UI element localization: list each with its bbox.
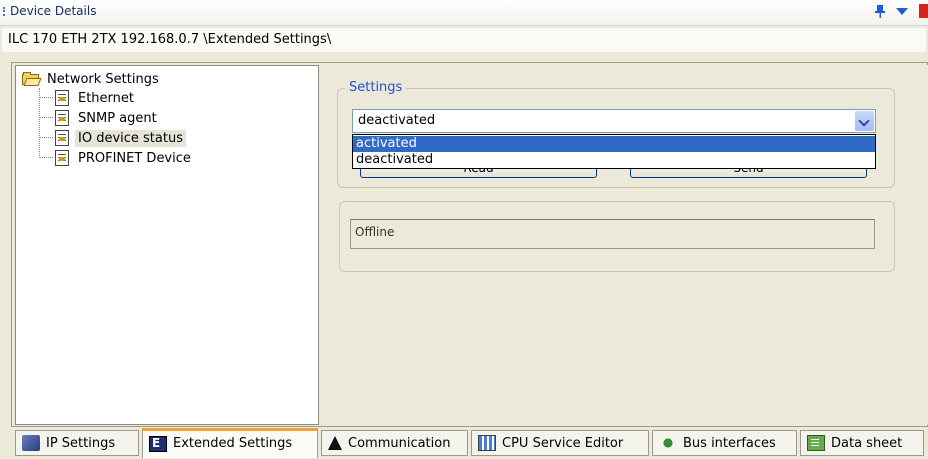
open-folder-icon (22, 72, 42, 86)
tree-item-label: PROFINET Device (78, 150, 191, 166)
option-activated[interactable]: activated (353, 136, 875, 152)
extended-settings-icon (149, 435, 167, 452)
chevron-down-icon[interactable] (855, 111, 874, 131)
tree-root-label: Network Settings (47, 71, 159, 87)
tab-extended-settings[interactable]: Extended Settings (142, 428, 318, 458)
panel-title: Device Details (10, 4, 97, 18)
io-device-status-select[interactable]: deactivated (352, 109, 876, 133)
tab-cpu-service-editor[interactable]: CPU Service Editor (471, 430, 649, 456)
select-value: deactivated (358, 113, 436, 128)
tree-item-snmp-agent[interactable]: SNMP agent (39, 108, 160, 128)
tree-item-ethernet[interactable]: Ethernet (39, 88, 137, 108)
tab-label: Extended Settings (173, 436, 293, 451)
tree-item-io-device-status[interactable]: IO device status (39, 128, 186, 148)
tab-bus-interfaces[interactable]: Bus interfaces (652, 430, 797, 456)
tab-communication[interactable]: Communication (321, 430, 468, 456)
cpu-service-editor-icon (478, 435, 496, 451)
settings-document-icon (55, 150, 69, 166)
device-path: ILC 170 ETH 2TX 192.168.0.7 \Extended Se… (2, 28, 926, 52)
tab-data-sheet[interactable]: Data sheet (800, 430, 924, 456)
status-field: Offline (350, 219, 875, 249)
bus-interfaces-icon (659, 435, 677, 451)
settings-document-icon (55, 110, 69, 126)
tab-bar: IP Settings Extended Settings Communicat… (0, 427, 928, 459)
pin-icon[interactable] (874, 4, 886, 18)
tab-label: Communication (348, 435, 451, 451)
tab-label: CPU Service Editor (502, 435, 624, 451)
tab-label: IP Settings (46, 435, 116, 451)
panel-titlebar: Device Details (0, 0, 928, 26)
tree-item-label: SNMP agent (78, 110, 157, 126)
grip-icon (3, 7, 7, 16)
dropdown-list[interactable]: activated deactivated (352, 134, 876, 169)
communication-icon (328, 436, 342, 450)
option-deactivated[interactable]: deactivated (353, 152, 875, 168)
tree-item-label: Ethernet (78, 90, 134, 106)
tab-label: Data sheet (831, 435, 903, 451)
tab-ip-settings[interactable]: IP Settings (15, 430, 139, 456)
tab-label: Bus interfaces (683, 435, 776, 451)
dropdown-menu-icon[interactable] (896, 8, 908, 15)
ip-settings-icon (22, 435, 40, 451)
settings-tree[interactable]: Network Settings Ethernet SNMP agent IO … (15, 65, 319, 425)
data-sheet-icon (807, 435, 825, 451)
status-text: Offline (355, 225, 395, 239)
tree-item-label: IO device status (75, 129, 186, 147)
settings-group-label: Settings (345, 80, 407, 95)
settings-document-icon (55, 90, 69, 106)
settings-document-icon (55, 130, 69, 146)
close-icon[interactable] (919, 4, 928, 18)
tree-root[interactable]: Network Settings (22, 70, 162, 88)
tree-item-profinet-device[interactable]: PROFINET Device (39, 148, 194, 168)
